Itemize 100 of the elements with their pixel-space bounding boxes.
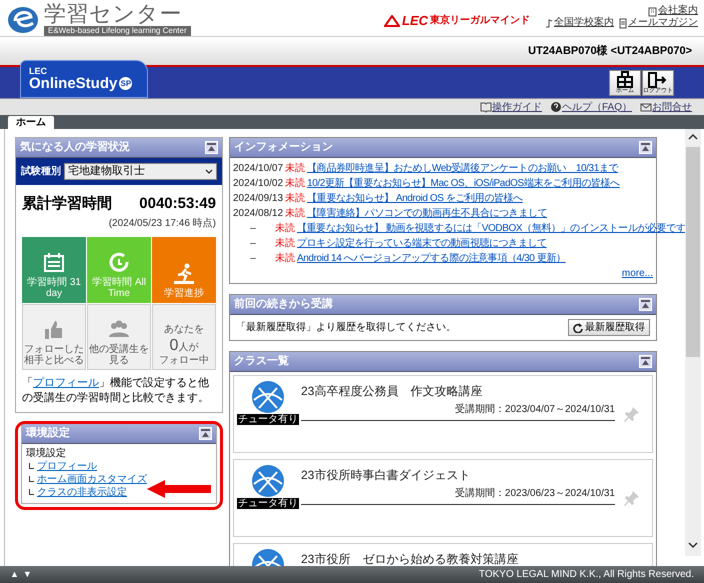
collapse-button[interactable]: [199, 426, 212, 440]
profile-link[interactable]: プロフィール: [33, 376, 99, 388]
stat-tile[interactable]: フォローした相手と比べる: [22, 304, 86, 370]
help-icon: [550, 101, 562, 113]
collapse-icon: [641, 143, 650, 152]
collapse-icon: [641, 357, 650, 366]
tutor-badge: チュータ有り: [237, 498, 299, 509]
magazine-icon: [618, 18, 628, 28]
more-link[interactable]: more...: [622, 266, 653, 281]
panel-title: インフォメーション: [234, 140, 333, 156]
unread-label: 未読: [285, 176, 306, 191]
panel-title: クラス一覧: [234, 354, 289, 370]
brand-name: 東京リーガルマインド: [430, 14, 530, 28]
stat-tile[interactable]: あなたを 0人が フォロー中: [152, 304, 216, 370]
info-link[interactable]: 【重要なお知らせ】 Android OS をご利用の皆様へ: [307, 191, 523, 206]
info-date: 2024/09/13: [233, 192, 284, 206]
tab[interactable]: ホーム: [8, 116, 54, 129]
collapse-icon: [207, 143, 216, 152]
info-date: 2024/10/02: [233, 177, 284, 191]
tile-label: 学習時間 All Time: [91, 276, 147, 298]
info-link[interactable]: プロキシ設定を行っている端末での動画視聴につきまして: [297, 236, 547, 251]
home-icon: [614, 71, 636, 88]
tile-label: 学習進捗: [164, 288, 204, 298]
arrow-annotation: [147, 480, 211, 498]
stat-tile[interactable]: 学習時間 31 day: [22, 236, 86, 302]
tree-branch-icon: [29, 489, 34, 495]
collapse-button[interactable]: [639, 355, 652, 368]
help-link[interactable]: 操作ガイド: [480, 100, 542, 114]
info-date: –: [249, 222, 257, 236]
scroll-down-button[interactable]: ▼: [22, 568, 32, 582]
class-name[interactable]: 23高卒程度公務員 作文攻略講座: [301, 382, 615, 400]
total-value: 0040:53:49: [139, 194, 216, 214]
header-link[interactable]: メールマガジン: [618, 17, 698, 29]
unread-label: 未読: [285, 192, 306, 206]
tree-branch-icon: [29, 463, 34, 469]
info-link[interactable]: 【重要なお知らせ】 動画を視聴するには「VODBOX（無料）」のインストールが必要です: [297, 221, 686, 236]
logo-title: 学習センター: [44, 2, 184, 26]
refresh-icon: [573, 322, 583, 332]
info-date: 2024/08/12: [233, 207, 284, 221]
panel-title: 環境設定: [26, 426, 70, 441]
follower-unit: 人が: [178, 340, 198, 354]
user-id: UT24ABP070様 <UT24ABP070>: [528, 44, 692, 59]
globe-icon: [251, 464, 285, 498]
info-link[interactable]: 【商品券即時進呈】おためしWeb受講後アンケートのお願い 10/31まで: [307, 161, 618, 176]
logout-icon: [647, 71, 669, 88]
exam-select[interactable]: 宅地建物取引士: [64, 163, 217, 180]
info-date: 2024/10/07: [233, 162, 284, 176]
logo-subtitle: E&Web-based Lifelong learning Center: [44, 26, 191, 36]
settings-link[interactable]: ホーム画面カスタマイズ: [37, 472, 147, 486]
tutor-badge: チュータ有り: [237, 414, 299, 425]
info-link[interactable]: Android 14 へバージョンアップする際の注意事項（4/30 更新）: [297, 251, 566, 266]
tile-label: 学習時間 31 day: [26, 276, 82, 298]
header-link[interactable]: 全国学校案内: [544, 17, 614, 29]
collapse-button[interactable]: [639, 141, 652, 154]
unread-label: 未読: [275, 236, 295, 251]
class-name[interactable]: 23市役所時事白書ダイジェスト: [301, 466, 615, 484]
copyright-text: TOKYO LEGAL MIND K.K., All Rights Reserved.: [478, 568, 694, 582]
collapse-button[interactable]: [205, 141, 218, 154]
exam-label: 試験種別: [21, 164, 61, 179]
brand-mark: LEC: [402, 14, 428, 28]
as-of-time: (2024/05/23 17:46 時点): [108, 216, 216, 230]
resume-message: 「最新履歴取得」より履歴を取得してください。: [236, 320, 456, 335]
refresh-history-button[interactable]: 最新履歴取得: [568, 319, 650, 336]
info-date: –: [249, 237, 257, 251]
info-date: –: [249, 252, 257, 266]
calendar-icon: [42, 250, 66, 274]
class-name[interactable]: 23市役所 ゼロから始める教養対策講座: [301, 550, 642, 566]
settings-root: 環境設定: [26, 448, 67, 460]
unread-label: 未読: [285, 206, 306, 221]
mail-icon: [640, 101, 652, 113]
runner-icon: [172, 262, 196, 286]
company-icon: [648, 6, 658, 16]
follower-count: 0: [170, 336, 178, 354]
panel-title: 気になる人の学習状況: [20, 140, 130, 156]
globe-icon: [251, 380, 285, 414]
help-link[interactable]: ヘルプ（FAQ）: [550, 100, 632, 114]
tile-label: フォロー中: [159, 354, 209, 366]
class-period: 受講期間：2023/04/07～2024/10/31: [454, 402, 615, 417]
stat-tile[interactable]: 他の受講生を見る: [87, 304, 151, 370]
info-link[interactable]: 10/2更新【重要なお知らせ】Mac OS、iOS/iPadOS端末をご利用の皆様へ: [307, 176, 620, 191]
tile-label: 他の受講生を見る: [88, 344, 150, 366]
profile-note: 「プロフィール」機能で設定すると他の受講生の学習時間と比較できます。: [21, 376, 210, 406]
scroll-up-button[interactable]: ▲: [10, 568, 19, 582]
panel-title: 前回の続きから受講: [234, 296, 333, 312]
settings-link[interactable]: クラスの非表示設定: [37, 486, 127, 498]
info-link[interactable]: 【障害連絡】パソコンでの動画再生不具合につきまして: [307, 206, 548, 221]
unread-label: 未読: [275, 252, 295, 266]
header-link[interactable]: 会社案内: [538, 5, 698, 17]
settings-link[interactable]: プロフィール: [37, 460, 97, 472]
unread-label: 未読: [285, 162, 306, 176]
pin-icon: [624, 406, 640, 422]
help-link[interactable]: お問合せ: [640, 100, 692, 114]
collapse-icon: [641, 300, 650, 309]
tile-label: フォローした相手と比べる: [23, 344, 85, 366]
unread-label: 未読: [275, 222, 295, 236]
tree-branch-icon: [29, 476, 34, 482]
school-icon: [544, 18, 554, 28]
online-study-logo: LEC OnlineStudy SP: [20, 60, 148, 98]
collapse-button[interactable]: [639, 298, 652, 311]
collapse-icon: [201, 428, 210, 438]
